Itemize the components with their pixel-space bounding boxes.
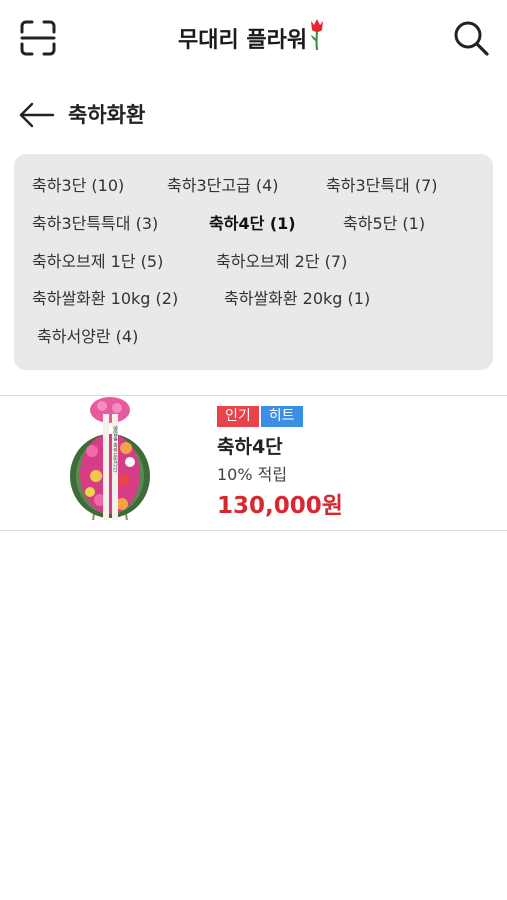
category-chip-active[interactable]: 축하4단 (1) [209,213,296,235]
hit-badge: 히트 [260,406,303,427]
back-button[interactable] [18,100,56,130]
list-divider [0,530,507,531]
ribbon-text: 영업을 축하드립니다 [112,425,118,474]
product-list-item[interactable]: 영업을 축하드립니다 인기 히트 축하4단 10% 적립 130,000원 [0,396,507,530]
category-chip[interactable]: 축하3단특특대 (3) [32,213,158,235]
arrow-left-icon [19,102,55,128]
scan-button[interactable] [18,18,58,58]
search-button[interactable] [450,17,492,59]
product-point-rate: 10% 적립 [217,465,288,484]
top-app-bar: 무대리 플라워 [0,0,507,80]
category-chip[interactable]: 축하오브제 1단 (5) [32,251,163,273]
scan-frame-icon [20,20,56,56]
product-price: 130,000원 [217,493,343,519]
category-chip[interactable]: 축하3단고급 (4) [167,175,279,197]
badge-group: 인기 히트 [217,406,303,427]
category-chip[interactable]: 축하3단특대 (7) [326,175,438,197]
category-chip[interactable]: 축하서양란 (4) [37,326,138,348]
popular-badge: 인기 [217,406,259,427]
app-logo[interactable]: 무대리 플라워 [178,19,326,56]
page-title: 축하화환 [68,103,146,127]
category-chip[interactable]: 축하3단 (10) [32,175,124,197]
product-name[interactable]: 축하4단 [217,434,283,460]
category-filter-panel: 축하3단 (10) 축하3단고급 (4) 축하3단특대 (7) 축하3단특특대 … [14,154,493,370]
product-image[interactable]: 영업을 축하드립니다 [60,396,160,529]
search-icon [454,21,489,56]
page-header: 축하화환 [0,92,507,138]
category-chip[interactable]: 축하오브제 2단 (7) [216,251,347,273]
category-chip[interactable]: 축하쌀화환 10kg (2) [32,288,178,310]
tulip-logo-icon [311,19,324,51]
logo-text: 무대리 플라워 [178,28,308,53]
category-chip[interactable]: 축하쌀화환 20kg (1) [224,288,370,310]
category-chip[interactable]: 축하5단 (1) [343,213,425,235]
